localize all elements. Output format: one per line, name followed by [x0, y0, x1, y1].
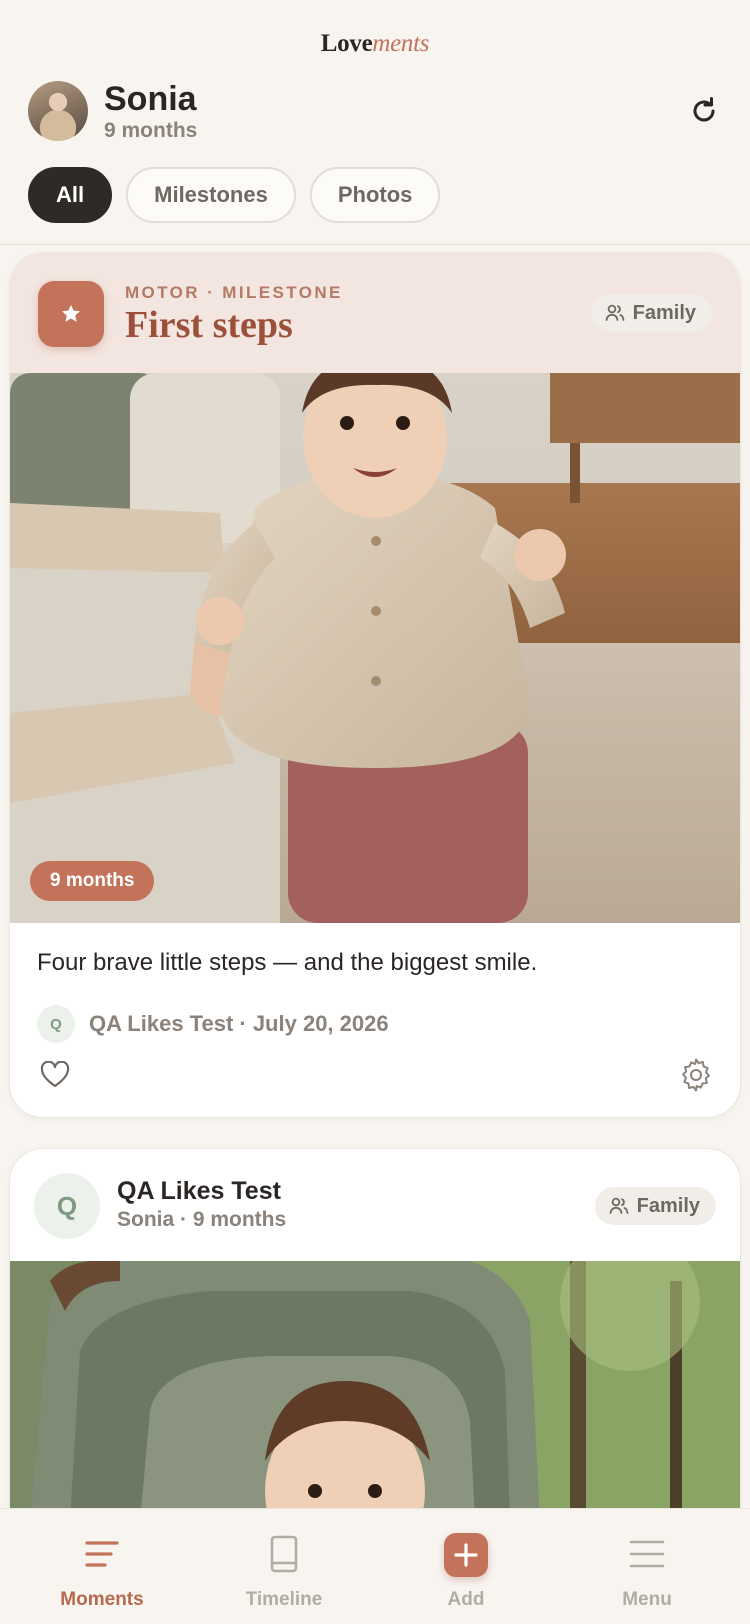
age-badge: 9 months	[30, 861, 155, 901]
child-name: Sonia	[104, 80, 197, 118]
filter-milestones[interactable]: Milestones	[126, 167, 296, 223]
child-age: 9 months	[104, 119, 198, 142]
header-divider	[0, 244, 750, 245]
audience-label: Family	[636, 1194, 700, 1217]
people-icon	[609, 1197, 629, 1214]
gear-icon[interactable]	[678, 1057, 714, 1093]
heart-icon[interactable]	[40, 1061, 70, 1089]
bottom-nav: Moments Timeline Add Menu	[0, 1508, 750, 1624]
post-author-name: QA Likes Test	[117, 1177, 281, 1205]
milestone-title: First steps	[125, 304, 293, 346]
milestone-category: MOTOR · MILESTONE	[125, 283, 343, 302]
audience-badge[interactable]: Family	[590, 294, 712, 332]
plus-icon	[444, 1533, 488, 1577]
author-avatar: Q	[37, 1005, 75, 1043]
book-icon	[270, 1535, 298, 1573]
audience-label: Family	[632, 301, 696, 324]
menu-icon	[629, 1540, 665, 1568]
filter-photos[interactable]: Photos	[309, 167, 441, 223]
author-and-date: QA Likes Test · July 20, 2026	[89, 1011, 389, 1036]
nav-label-menu: Menu	[622, 1589, 672, 1610]
child-profile-header: Sonia 9 months	[28, 80, 722, 142]
author-row: Q QA Likes Test · July 20, 2026	[37, 1005, 389, 1043]
people-icon	[605, 304, 625, 321]
post-photo[interactable]	[10, 1261, 740, 1521]
star-icon	[38, 281, 104, 347]
nav-label-moments: Moments	[60, 1589, 144, 1610]
post-author-avatar: Q	[34, 1173, 100, 1239]
brand-main: Love	[320, 30, 373, 57]
brand-accent: ments	[372, 30, 430, 57]
nav-label-timeline: Timeline	[245, 1589, 323, 1610]
moments-icon	[85, 1541, 119, 1567]
nav-menu[interactable]: Menu	[572, 1509, 722, 1624]
child-avatar[interactable]	[28, 81, 88, 141]
refresh-icon[interactable]	[688, 95, 720, 127]
nav-moments[interactable]: Moments	[27, 1509, 177, 1624]
milestone-photo[interactable]: 9 months	[10, 373, 740, 923]
milestone-header: MOTOR · MILESTONE First steps Family	[10, 253, 740, 373]
nav-add[interactable]: Add	[391, 1509, 541, 1624]
audience-badge[interactable]: Family	[594, 1187, 716, 1225]
nav-timeline[interactable]: Timeline	[209, 1509, 359, 1624]
milestone-caption: Four brave little steps — and the bigges…	[37, 949, 538, 976]
filter-all[interactable]: All	[28, 167, 113, 223]
app-logo: Lovements	[0, 30, 750, 58]
nav-label-add: Add	[447, 1589, 485, 1610]
post-subtitle: Sonia · 9 months	[117, 1208, 287, 1231]
filter-chips: All Milestones Photos	[28, 167, 441, 223]
milestone-card[interactable]: MOTOR · MILESTONE First steps Family 9 m…	[9, 252, 741, 1118]
